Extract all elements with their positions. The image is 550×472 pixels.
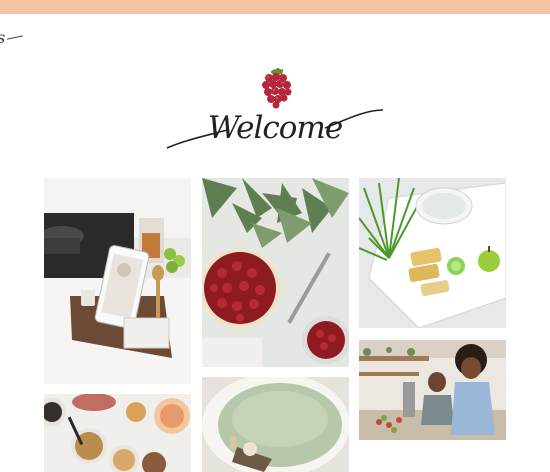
site-logo[interactable]: s <box>0 28 23 47</box>
women-cooking-photo[interactable] <box>359 340 506 440</box>
welcome-text: Welcome <box>207 110 343 146</box>
herb-tray-photo[interactable] <box>359 178 506 328</box>
breakfast-bowls-photo[interactable] <box>44 394 191 472</box>
bath-tub-photo[interactable] <box>202 377 349 472</box>
welcome-heading: Welcome <box>165 68 385 158</box>
berry-tart-photo[interactable] <box>202 178 349 367</box>
kitchen-tablet-photo[interactable] <box>44 178 191 384</box>
site-logo-text: s <box>0 28 5 47</box>
top-accent-bar <box>0 0 550 14</box>
